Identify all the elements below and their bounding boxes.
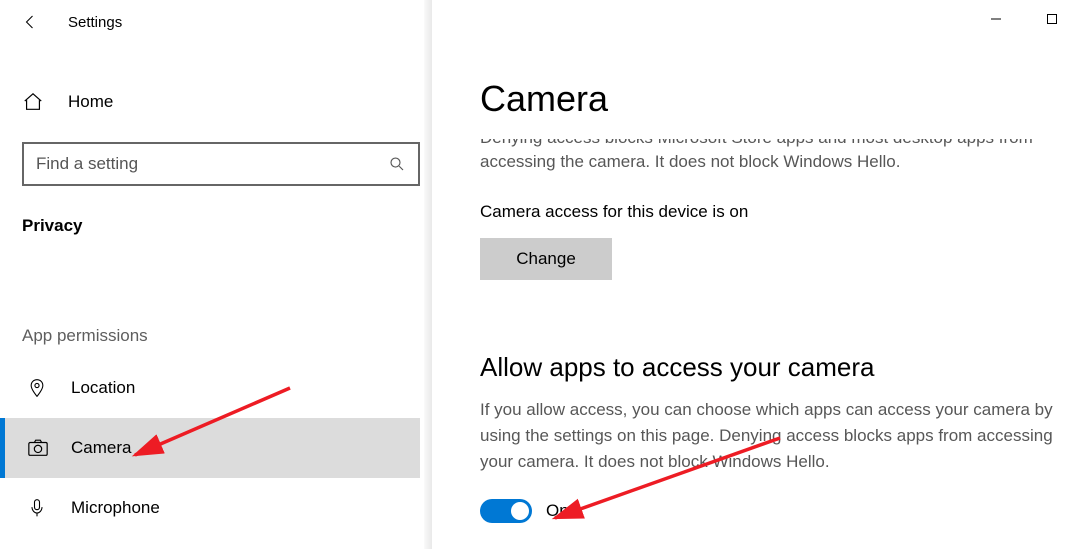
sidebar-item-microphone[interactable]: Microphone: [0, 478, 420, 538]
search-input[interactable]: [36, 154, 388, 174]
window-title: Settings: [68, 14, 122, 31]
location-icon: [27, 378, 51, 398]
page-title: Camera: [480, 78, 1070, 120]
partial-description: Denying access blocks Microsoft Store ap…: [480, 126, 1070, 174]
minimize-button[interactable]: [968, 0, 1024, 38]
category-heading: Privacy: [22, 216, 420, 236]
sidebar-item-label: Camera: [71, 438, 131, 458]
allow-apps-description: If you allow access, you can choose whic…: [480, 397, 1060, 475]
microphone-icon: [27, 497, 51, 519]
home-label: Home: [68, 92, 113, 112]
home-icon: [22, 91, 46, 113]
back-button[interactable]: [22, 13, 40, 31]
toggle-knob: [511, 502, 529, 520]
sidebar-item-camera[interactable]: Camera: [0, 418, 420, 478]
main-panel: Camera Denying access blocks Microsoft S…: [432, 44, 1080, 549]
device-access-status: Camera access for this device is on: [480, 202, 1070, 222]
window-controls: [968, 0, 1080, 38]
titlebar: Settings: [0, 0, 1080, 44]
toggle-state-label: On: [546, 501, 569, 521]
sidebar-item-label: Microphone: [71, 498, 160, 518]
camera-icon: [27, 438, 51, 458]
group-label: App permissions: [22, 326, 420, 346]
sidebar-item-location[interactable]: Location: [0, 358, 420, 418]
maximize-button[interactable]: [1024, 0, 1080, 38]
allow-apps-heading: Allow apps to access your camera: [480, 352, 1070, 383]
sidebar: Home Privacy App permissions Location: [0, 44, 432, 549]
change-button[interactable]: Change: [480, 238, 612, 280]
search-icon: [388, 155, 406, 173]
home-nav[interactable]: Home: [22, 78, 420, 126]
allow-apps-toggle[interactable]: [480, 499, 532, 523]
sidebar-item-label: Location: [71, 378, 135, 398]
search-box[interactable]: [22, 142, 420, 186]
